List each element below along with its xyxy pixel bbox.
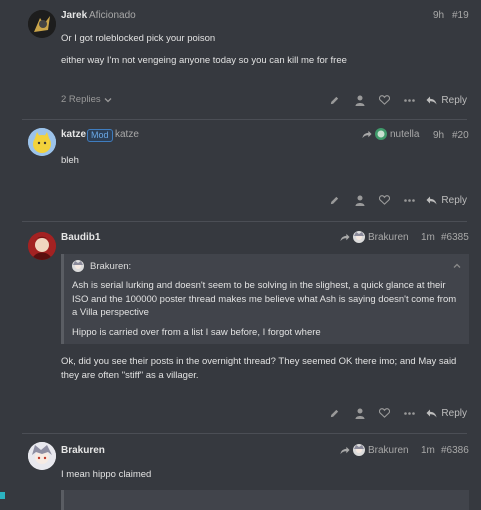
heart-icon[interactable]: [372, 92, 397, 108]
quote-block: Brakuren: Ash is serial lurking and does…: [61, 254, 469, 344]
replies-label: 2 Replies: [61, 94, 101, 105]
replies-toggle[interactable]: 2 Replies: [61, 94, 112, 105]
post-body: I mean hippo claimed: [61, 468, 461, 482]
reply-icon: [426, 409, 437, 418]
more-icon[interactable]: [397, 192, 422, 208]
post-time[interactable]: 9h: [433, 130, 444, 141]
heart-icon[interactable]: [372, 405, 397, 421]
notification-dot: [0, 492, 5, 499]
post-actions: Reply: [322, 192, 467, 208]
pen-icon[interactable]: [322, 192, 347, 208]
mod-badge: Mod: [87, 129, 113, 142]
user-icon[interactable]: [347, 192, 372, 208]
post-time[interactable]: 9h: [433, 10, 444, 21]
post-number[interactable]: #6386: [441, 445, 469, 456]
post-paragraph: Or I got roleblocked pick your poison: [61, 33, 216, 44]
reply-label: Reply: [441, 407, 467, 419]
post-number[interactable]: #20: [452, 130, 469, 141]
post-body: bleh: [61, 154, 461, 168]
post-time[interactable]: 1m: [421, 232, 435, 243]
reply-to[interactable]: Brakuren: [340, 444, 409, 456]
user-icon[interactable]: [347, 405, 372, 421]
pen-icon[interactable]: [322, 92, 347, 108]
user-icon[interactable]: [347, 92, 372, 108]
post-body: Ok, did you see their posts in the overn…: [61, 355, 466, 383]
avatar[interactable]: [28, 232, 56, 260]
reply-to[interactable]: nutella: [362, 128, 419, 140]
reply-icon: [426, 196, 437, 205]
post-paragraph: bleh: [61, 155, 79, 166]
avatar: [72, 260, 84, 272]
chevron-up-icon[interactable]: [453, 262, 461, 270]
post-19: Jarek Aficionado 9h #19 Or I got roleblo…: [0, 0, 481, 118]
more-icon[interactable]: [397, 405, 422, 421]
reply-button[interactable]: Reply: [426, 195, 467, 206]
post-6386: Brakuren Brakuren 1m #6386 I mean hippo …: [0, 434, 481, 510]
reply-to-username: Brakuren: [368, 231, 409, 243]
quote-header: Brakuren:: [72, 260, 131, 272]
post-body: Or I got roleblocked pick your poison ei…: [61, 32, 461, 68]
reply-button[interactable]: Reply: [426, 95, 467, 106]
quote-paragraph: Ash is serial lurking and doesn't seem t…: [72, 280, 457, 318]
post-number[interactable]: #6385: [441, 232, 469, 243]
post-6385: Baudib1 Brakuren 1m #6385 Brakuren: Ash …: [0, 222, 481, 432]
username[interactable]: Baudib1: [61, 232, 100, 243]
quote-paragraph: Hippo is carried over from a list I saw …: [72, 327, 321, 338]
user-title: Aficionado: [89, 10, 136, 21]
reply-label: Reply: [441, 94, 467, 106]
more-icon[interactable]: [397, 92, 422, 108]
reply-to[interactable]: Brakuren: [340, 231, 409, 243]
post-number[interactable]: #19: [452, 10, 469, 21]
share-arrow-icon: [340, 233, 350, 242]
reply-button[interactable]: Reply: [426, 408, 467, 419]
username[interactable]: Brakuren: [61, 445, 105, 456]
post-time[interactable]: 1m: [421, 445, 435, 456]
post-paragraph: I mean hippo claimed: [61, 469, 152, 480]
chevron-down-icon: [104, 96, 112, 104]
post-paragraph: Ok, did you see their posts in the overn…: [61, 356, 457, 381]
post-paragraph: either way I'm not vengeing anyone today…: [61, 55, 347, 66]
post-actions: Reply: [322, 92, 467, 108]
post-actions: Reply: [322, 405, 467, 421]
quote-block: [61, 490, 469, 510]
share-arrow-icon: [362, 130, 372, 139]
post-20: katze Mod katze nutella 9h #20 bleh Repl…: [0, 120, 481, 220]
avatar: [375, 128, 387, 140]
username[interactable]: katze: [61, 129, 86, 140]
heart-icon[interactable]: [372, 192, 397, 208]
reply-to-username: nutella: [390, 128, 420, 140]
quote-author[interactable]: Brakuren:: [90, 261, 131, 272]
user-title: katze: [115, 129, 139, 140]
avatar: [353, 444, 365, 456]
avatar[interactable]: [28, 10, 56, 38]
reply-to-username: Brakuren: [368, 444, 409, 456]
avatar[interactable]: [28, 128, 56, 156]
share-arrow-icon: [340, 446, 350, 455]
reply-label: Reply: [441, 194, 467, 206]
avatar[interactable]: [28, 442, 56, 470]
reply-icon: [426, 96, 437, 105]
username[interactable]: Jarek: [61, 10, 87, 21]
pen-icon[interactable]: [322, 405, 347, 421]
avatar: [353, 231, 365, 243]
